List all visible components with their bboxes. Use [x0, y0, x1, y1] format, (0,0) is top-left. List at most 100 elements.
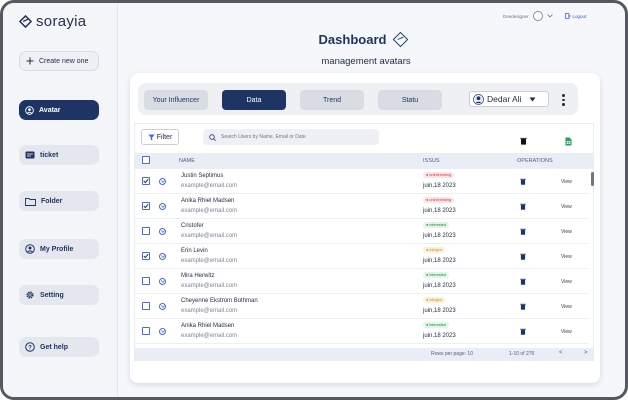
sidebar-item-setting[interactable]: Setting: [19, 285, 99, 305]
status-label: interested: [429, 323, 447, 327]
row-date: juin,18 2023: [423, 233, 456, 239]
select-all-checkbox[interactable]: [142, 156, 150, 164]
view-link[interactable]: View: [561, 279, 572, 285]
table-row[interactable]: Cheyenne Ekstrom Bothman example@email.co…: [135, 294, 589, 319]
sidebar-item-get-help[interactable]: ? Get help: [19, 337, 99, 357]
sidebar-item-ticket[interactable]: ticket: [19, 145, 99, 165]
tab-data[interactable]: Data: [222, 90, 286, 110]
tab-label: Statu: [401, 96, 419, 104]
table-row[interactable]: Anika Rhiel Madsen example@email.com ● uni…: [135, 194, 589, 219]
delete-icon[interactable]: [520, 178, 526, 185]
tab-trend[interactable]: Trend: [300, 90, 364, 110]
table-row[interactable]: Justin Septimus example@email.com ● uninte…: [135, 169, 589, 194]
search-input[interactable]: [221, 134, 371, 140]
check-icon: [143, 178, 149, 184]
svg-text:?: ?: [28, 345, 32, 351]
delete-icon[interactable]: [520, 228, 526, 235]
column-header-operations: OPERATIONS: [517, 158, 553, 164]
row-checkbox[interactable]: [142, 202, 150, 210]
expand-chevron-icon[interactable]: [159, 228, 166, 235]
expand-chevron-icon[interactable]: [159, 278, 166, 285]
delete-icon[interactable]: [520, 328, 526, 335]
status-badge: ● interested: [423, 322, 450, 328]
row-email: example@email.com: [181, 183, 238, 189]
page-title-text: Dashboard: [318, 32, 387, 47]
table-row[interactable]: Cristofer example@email.com ● interested ju…: [135, 219, 589, 244]
row-checkbox[interactable]: [142, 277, 150, 285]
sidebar-item-label: ticket: [40, 151, 59, 159]
delete-icon[interactable]: [520, 278, 526, 285]
delete-selected-icon[interactable]: [520, 137, 527, 145]
column-header-name[interactable]: NAME: [179, 158, 195, 164]
tab-your-influencer[interactable]: Your Influencer: [144, 90, 208, 110]
delete-icon[interactable]: [520, 203, 526, 210]
create-new-label: Create new one: [39, 57, 89, 65]
status-badge: ● uninteresting: [423, 197, 455, 203]
row-date: juin,18 2023: [423, 208, 456, 214]
filter-label: Filter: [156, 133, 173, 141]
row-name: Anika Rhiel Madsen: [181, 198, 235, 204]
search-box[interactable]: [203, 129, 379, 145]
expand-chevron-icon[interactable]: [159, 203, 166, 210]
status-badge: ● intriged: [423, 247, 445, 253]
logout-link[interactable]: Logout: [564, 13, 586, 19]
export-sheet-icon[interactable]: [565, 137, 572, 146]
create-new-button[interactable]: Create new one: [19, 51, 99, 71]
table-row[interactable]: Mira Herwitz example@email.com ● intereste…: [135, 269, 589, 294]
row-checkbox[interactable]: [142, 177, 150, 185]
status-label: interested: [429, 223, 447, 227]
rows-per-page-select[interactable]: Rows per page: 10: [431, 351, 473, 357]
more-options-icon[interactable]: [562, 94, 565, 106]
username: Deedesigner: [503, 13, 529, 19]
caret-down-icon: [529, 97, 535, 101]
view-link[interactable]: View: [561, 304, 572, 310]
row-checkbox[interactable]: [142, 327, 150, 335]
expand-chevron-icon[interactable]: [159, 253, 166, 260]
status-badge: ● uninteresting: [423, 172, 455, 178]
next-page-button[interactable]: >: [584, 350, 588, 356]
expand-chevron-icon[interactable]: [159, 178, 166, 185]
view-link[interactable]: View: [561, 254, 572, 260]
folder-icon: [25, 197, 36, 206]
row-name: Erin Levin: [181, 248, 208, 254]
status-badge: ● interested: [423, 222, 450, 228]
row-email: example@email.com: [181, 283, 238, 289]
view-link[interactable]: View: [561, 179, 572, 185]
view-link[interactable]: View: [561, 204, 572, 210]
previous-page-button[interactable]: <: [559, 350, 563, 356]
row-email: example@email.com: [181, 308, 238, 314]
view-link[interactable]: View: [561, 229, 572, 235]
delete-icon[interactable]: [520, 303, 526, 310]
sidebar-item-folder[interactable]: Folder: [19, 191, 99, 211]
view-link[interactable]: View: [561, 329, 572, 335]
main-card: Your Influencer Data Trend Statu Dedar A…: [130, 73, 600, 383]
sidebar-item-label: Get help: [40, 343, 69, 351]
expand-chevron-icon[interactable]: [159, 303, 166, 310]
logout-icon: [564, 13, 571, 19]
table-row[interactable]: Erin Levin example@email.com ● intriged jui…: [135, 244, 589, 269]
status-badge: ● intriged: [423, 297, 445, 303]
status-label: uninteresting: [429, 198, 452, 202]
plus-icon: [26, 57, 34, 65]
chevron-down-icon[interactable]: [546, 14, 553, 18]
tab-label: Your Influencer: [152, 96, 200, 104]
expand-chevron-icon[interactable]: [159, 328, 166, 335]
row-name: Cristofer: [181, 223, 204, 229]
row-checkbox[interactable]: [142, 302, 150, 310]
tab-statu[interactable]: Statu: [378, 90, 442, 110]
avatar[interactable]: [532, 11, 543, 21]
row-date: juin,18 2023: [423, 283, 456, 289]
sidebar-item-my-profile[interactable]: My Profile: [19, 239, 99, 259]
dashboard-logo-icon: [393, 31, 409, 48]
row-checkbox[interactable]: [142, 227, 150, 235]
user-select[interactable]: Dedar Ali: [469, 91, 549, 107]
vertical-scrollbar[interactable]: [591, 172, 594, 186]
sidebar-item-avatar[interactable]: Avatar: [19, 100, 99, 120]
sidebar-item-label: Avatar: [39, 106, 61, 114]
delete-icon[interactable]: [520, 253, 526, 260]
filter-button[interactable]: Filter: [141, 129, 179, 145]
table-row[interactable]: Anika Rhiel Madsen example@email.com ● int…: [135, 319, 589, 344]
column-header-issus[interactable]: ISSUS: [423, 158, 440, 164]
sidebar-item-label: Folder: [41, 197, 63, 205]
row-checkbox[interactable]: [142, 252, 150, 260]
